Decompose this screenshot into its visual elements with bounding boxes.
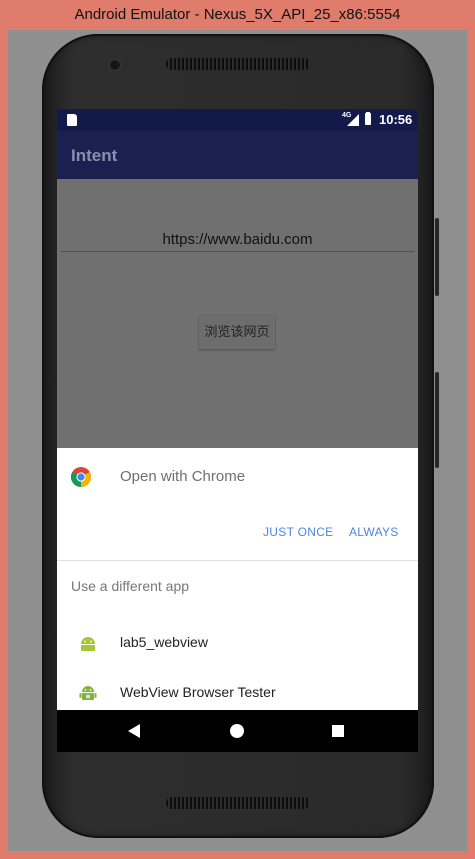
android-icon [81,637,95,651]
open-with-chrome-label: Open with Chrome [120,468,246,485]
app-bar: Intent [57,131,418,179]
front-camera [110,60,120,70]
signal-icon [347,114,359,126]
sheet-divider [57,560,418,561]
home-icon[interactable] [230,724,244,738]
app-label: lab5_webview [120,634,208,650]
browse-webpage-button[interactable]: 浏览该网页 [199,315,275,349]
url-input[interactable] [61,227,414,252]
chrome-icon [71,467,91,487]
sd-card-icon [67,114,77,126]
power-button[interactable] [435,218,439,296]
app-option-lab5-webview[interactable]: lab5_webview [57,620,418,670]
just-once-button[interactable]: JUST ONCE [263,525,334,539]
android-tester-icon [79,686,97,700]
device-screen: 4G 10:56 Intent 浏览该网页 Open with Chrome J… [57,109,418,752]
top-speaker [166,58,310,70]
window-title: Android Emulator - Nexus_5X_API_25_x86:5… [74,6,401,23]
emulator-title-bar: Android Emulator - Nexus_5X_API_25_x86:5… [0,0,475,30]
app-title: Intent [71,146,118,165]
status-time: 10:56 [379,112,413,127]
navigation-bar [57,710,418,752]
battery-icon [365,113,371,125]
app-label: WebView Browser Tester [120,684,276,700]
app-chooser-sheet: Open with Chrome JUST ONCE ALWAYS Use a … [57,448,418,710]
always-button[interactable]: ALWAYS [349,525,399,539]
recent-apps-icon[interactable] [332,725,344,737]
volume-button[interactable] [435,372,439,468]
bottom-speaker [166,797,310,809]
use-different-app-label: Use a different app [71,578,190,594]
status-bar: 4G 10:56 [57,109,418,131]
back-icon[interactable] [128,724,140,738]
